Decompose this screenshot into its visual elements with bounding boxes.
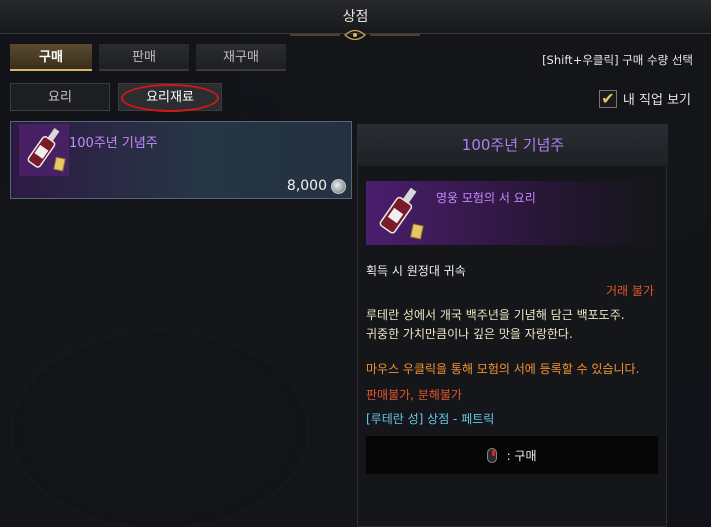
trade-restriction: 거래 불가 bbox=[606, 284, 654, 298]
tab-cooking-ingredients[interactable]: 요리재료 bbox=[118, 83, 222, 112]
item-name: 100주년 기념주 bbox=[69, 136, 158, 151]
sell-restrictions: 판매불가, 분해불가 bbox=[366, 388, 462, 402]
my-class-label: 내 직업 보기 bbox=[622, 93, 691, 108]
wine-bottle-icon bbox=[19, 124, 69, 176]
category-tab-bar: 요리 요리재료 bbox=[10, 83, 222, 112]
buy-hint-text: : 구매 bbox=[506, 448, 537, 463]
right-click-mouse-icon bbox=[487, 448, 498, 463]
shop-item-row[interactable]: 100주년 기념주 8,000 bbox=[10, 121, 352, 199]
item-source: [루테란 성] 상점 - 페트릭 bbox=[366, 412, 495, 426]
tooltip-item-header: 영웅 모험의 서 요리 bbox=[366, 181, 658, 245]
item-tooltip: 100주년 기념주 영웅 모험의 서 요리 획득 시 원정대 귀속 거래 불가 … bbox=[357, 124, 668, 527]
quantity-hint: [Shift+우클릭] 구매 수량 선택 bbox=[542, 53, 693, 67]
wine-bottle-icon bbox=[379, 187, 424, 240]
item-description: 루테란 성에서 개국 백주년을 기념해 담근 백포도주. 귀중한 가치만큼이나 … bbox=[366, 306, 662, 344]
title-ornament-icon bbox=[290, 29, 420, 41]
silver-coin-icon bbox=[331, 179, 346, 194]
tab-buyback[interactable]: 재구매 bbox=[196, 44, 286, 71]
buy-hint-bar: : 구매 bbox=[366, 436, 658, 474]
window-title: 상점 bbox=[342, 9, 369, 25]
my-class-checkbox[interactable]: ✔ bbox=[598, 89, 617, 108]
tab-buy[interactable]: 구매 bbox=[10, 44, 92, 71]
description-line: 귀중한 가치만큼이나 깊은 맛을 자랑한다. bbox=[366, 327, 573, 341]
bind-info: 획득 시 원정대 귀속 bbox=[366, 264, 466, 278]
tab-cooking[interactable]: 요리 bbox=[10, 83, 110, 111]
top-tab-bar: 구매 판매 재구매 bbox=[10, 44, 286, 71]
description-line: 루테란 성에서 개국 백주년을 기념해 담근 백포도주. bbox=[366, 308, 625, 322]
item-grade-type: 영웅 모험의 서 요리 bbox=[436, 191, 536, 205]
register-hint: 마우스 우클릭을 통해 모험의 서에 등록할 수 있습니다. bbox=[366, 362, 640, 376]
tooltip-title: 100주년 기념주 bbox=[358, 125, 668, 166]
highlight-circle bbox=[121, 84, 219, 112]
tab-sell[interactable]: 판매 bbox=[99, 44, 189, 71]
my-class-filter[interactable]: ✔ 내 직업 보기 bbox=[598, 89, 691, 108]
shop-window: 상점 구매 판매 재구매 [Shift+우클릭] 구매 수량 선택 요리 요리재… bbox=[0, 0, 711, 527]
item-price: 8,000 bbox=[286, 178, 327, 194]
